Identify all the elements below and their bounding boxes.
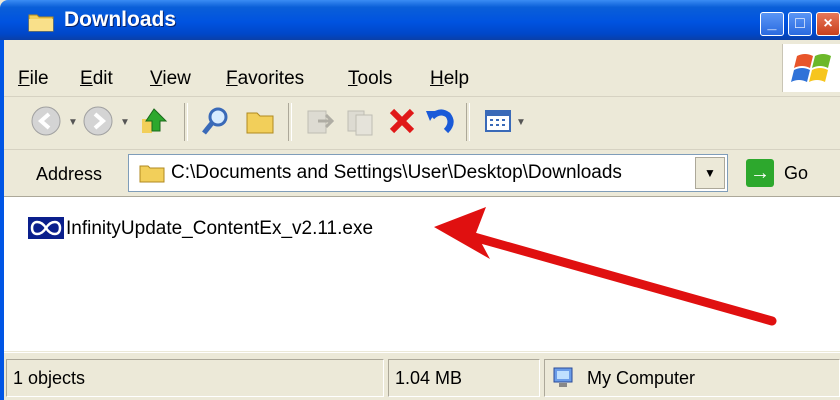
close-button[interactable]: ×	[816, 12, 840, 36]
maximize-button[interactable]: □	[788, 12, 812, 36]
views-icon[interactable]	[482, 105, 514, 137]
up-folder-icon[interactable]	[138, 105, 170, 137]
status-bar: 1 objects 1.04 MB My Computer	[4, 352, 840, 400]
forward-icon[interactable]	[82, 105, 114, 137]
folders-icon[interactable]	[244, 105, 276, 137]
views-dropdown-icon[interactable]: ▼	[516, 117, 526, 128]
menu-view[interactable]: View	[150, 68, 191, 90]
address-dropdown-button[interactable]: ▼	[695, 157, 725, 189]
minimize-button[interactable]: _	[760, 12, 784, 36]
menu-tools[interactable]: Tools	[348, 68, 392, 90]
address-bar: Address C:\Documents and Settings\User\D…	[4, 150, 840, 197]
address-input[interactable]: C:\Documents and Settings\User\Desktop\D…	[128, 154, 728, 192]
back-dropdown-icon[interactable]: ▼	[68, 117, 78, 128]
my-computer-icon	[553, 367, 573, 387]
file-list[interactable]: InfinityUpdate_ContentEx_v2.11.exe	[4, 197, 840, 351]
search-icon[interactable]	[200, 105, 232, 137]
title-bar[interactable]: Downloads _ □ ×	[0, 0, 840, 40]
menu-help[interactable]: Help	[430, 68, 469, 90]
toolbar-separator	[466, 103, 470, 141]
status-size-text: 1.04 MB	[395, 368, 463, 388]
menu-bar: File Edit View Favorites Tools Help	[4, 40, 840, 97]
windows-logo-icon	[782, 44, 840, 92]
go-arrow-icon[interactable]: →	[746, 159, 774, 187]
status-location-text: My Computer	[587, 368, 696, 388]
status-objects-text: 1 objects	[13, 368, 86, 388]
go-button[interactable]: Go	[784, 163, 808, 184]
folder-icon	[139, 165, 165, 183]
copy-to-icon[interactable]	[344, 105, 376, 137]
address-path: C:\Documents and Settings\User\Desktop\D…	[171, 162, 622, 183]
explorer-window: Downloads _ □ × File Edit View Favorites…	[0, 0, 840, 400]
toolbar: ▼ ▼ ▼	[4, 97, 840, 150]
menu-favorites[interactable]: Favorites	[226, 68, 304, 90]
forward-dropdown-icon[interactable]: ▼	[120, 117, 130, 128]
window-title: Downloads	[64, 8, 177, 31]
toolbar-separator	[184, 103, 188, 141]
address-label: Address	[36, 164, 103, 184]
menu-file[interactable]: File	[18, 68, 49, 90]
move-to-icon[interactable]	[304, 105, 336, 137]
toolbar-separator	[288, 103, 292, 141]
status-size: 1.04 MB	[388, 359, 540, 397]
red-arrow-annotation	[434, 207, 777, 326]
back-icon[interactable]	[30, 105, 62, 137]
delete-icon[interactable]	[386, 105, 418, 137]
status-objects: 1 objects	[6, 359, 384, 397]
folder-icon	[28, 14, 54, 32]
undo-icon[interactable]	[424, 105, 456, 137]
menu-edit[interactable]: Edit	[80, 68, 113, 90]
status-location: My Computer	[544, 359, 840, 397]
